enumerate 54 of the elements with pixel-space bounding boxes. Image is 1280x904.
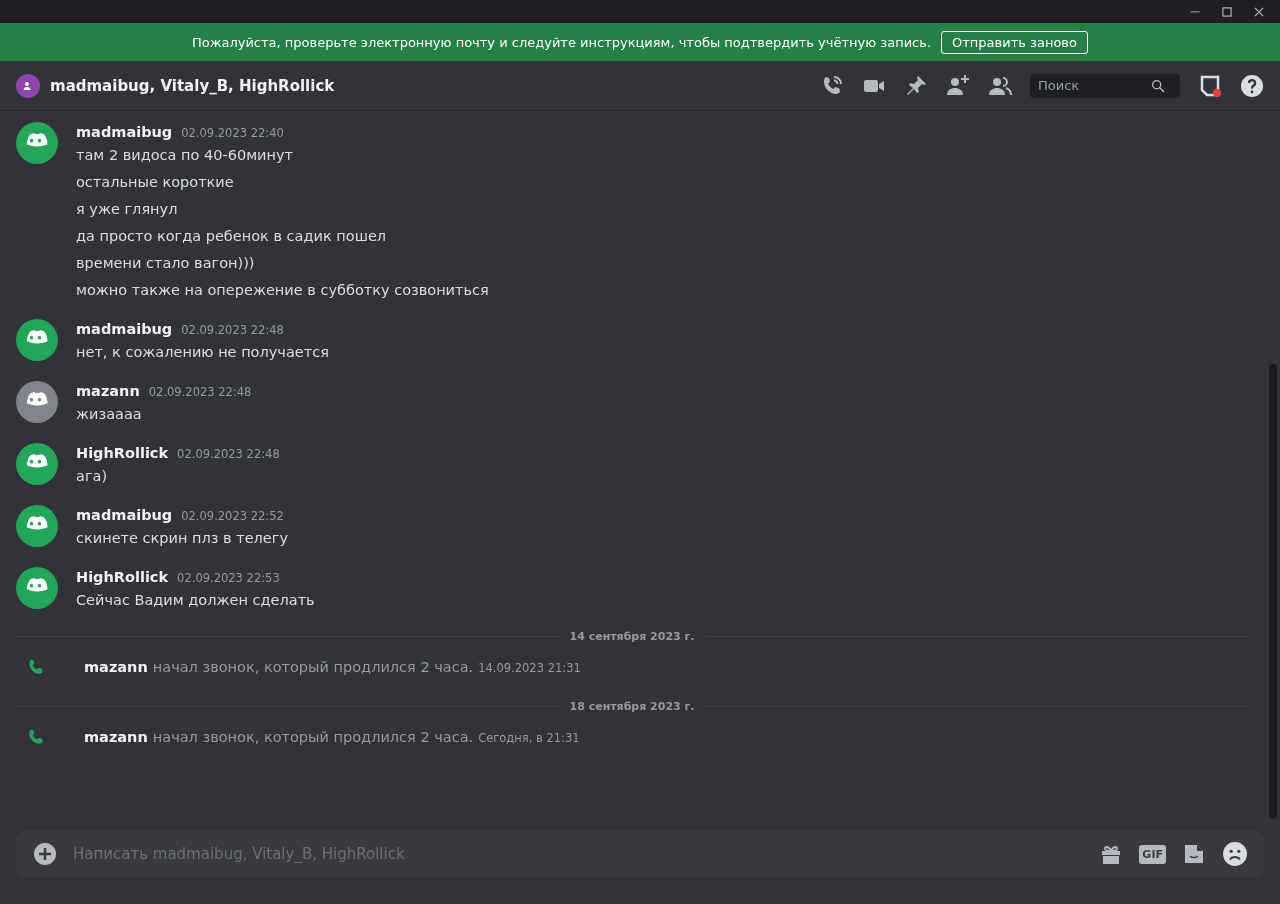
gif-button[interactable]: GIF	[1139, 844, 1166, 864]
avatar[interactable]	[16, 381, 58, 423]
search-icon[interactable]	[1150, 77, 1166, 94]
avatar[interactable]	[16, 319, 58, 361]
author-name[interactable]: madmaibug	[76, 321, 173, 337]
add-friend-icon[interactable]	[946, 73, 970, 98]
call-text: начал звонок, который продлился 2 часа.	[152, 729, 474, 745]
timestamp: 02.09.2023 22:40	[181, 126, 284, 140]
date-divider: 18 сентября 2023 г.	[568, 699, 696, 713]
message-text: можно также на опережение в субботку созвониться	[76, 281, 489, 300]
avatar[interactable]	[16, 443, 58, 485]
date-divider: 14 сентября 2023 г.	[568, 629, 696, 643]
emoji-icon[interactable]	[1222, 841, 1248, 867]
verify-email-notice: Пожалуйста, проверьте электронную почту и следуйте инструкциям, чтобы подтвердить учётную запись.	[192, 34, 932, 50]
message-text: Сейчас Вадим должен сделать	[76, 591, 315, 610]
timestamp: 02.09.2023 22:53	[177, 571, 280, 585]
message-text: времени стало вагон)))	[76, 254, 256, 273]
message-text: скинете скрин плз в телегу	[76, 529, 288, 548]
resend-button[interactable]: Отправить заново	[941, 30, 1088, 54]
avatar[interactable]	[16, 122, 58, 164]
author-name[interactable]: madmaibug	[76, 124, 173, 140]
timestamp: 02.09.2023 22:52	[181, 509, 284, 523]
message-field[interactable]: Написать madmaibug, Vitaly_B, HighRollick GIF	[16, 831, 1264, 877]
message-text: я уже глянул	[76, 200, 179, 219]
timestamp: 02.09.2023 22:48	[177, 447, 280, 461]
timestamp: Сегодня, в 21:31	[478, 731, 580, 745]
help-icon[interactable]	[1240, 73, 1264, 98]
message-text: да просто когда ребенок в садик пошел	[76, 227, 388, 246]
author-name[interactable]: mazann	[76, 383, 140, 399]
message-text: ага)	[76, 467, 109, 486]
group-icon	[16, 73, 40, 98]
scrollbar[interactable]	[1269, 364, 1277, 819]
author-name[interactable]: madmaibug	[76, 507, 173, 523]
author-name[interactable]: HighRollick	[76, 445, 169, 461]
timestamp: 14.09.2023 21:31	[478, 661, 581, 675]
author-name[interactable]: HighRollick	[76, 569, 169, 585]
message-input[interactable]: Написать madmaibug, Vitaly_B, HighRollick	[71, 844, 1086, 864]
search-input[interactable]: Поиск	[1036, 77, 1150, 94]
avatar[interactable]	[16, 505, 58, 547]
message-text: нет, к сожалению не получается	[76, 343, 329, 362]
channel-title: madmaibug, Vitaly_B, HighRollick	[50, 76, 336, 95]
author-name[interactable]: mazann	[84, 659, 148, 675]
avatar[interactable]	[16, 567, 58, 609]
search-field[interactable]: Поиск	[1030, 73, 1180, 98]
message-text: там 2 видоса по 40-60минут	[76, 146, 294, 165]
message-text: остальные короткие	[76, 173, 235, 192]
add-icon[interactable]	[33, 842, 57, 866]
timestamp: 02.09.2023 22:48	[148, 385, 252, 399]
maximize-icon[interactable]	[1220, 4, 1234, 19]
call-text: начал звонок, который продлился 2 часа.	[152, 659, 474, 675]
timestamp: 02.09.2023 22:48	[181, 323, 284, 337]
author-name[interactable]: mazann	[84, 729, 148, 745]
message-text: жизаааа	[76, 405, 143, 424]
sticker-icon[interactable]	[1182, 842, 1206, 866]
